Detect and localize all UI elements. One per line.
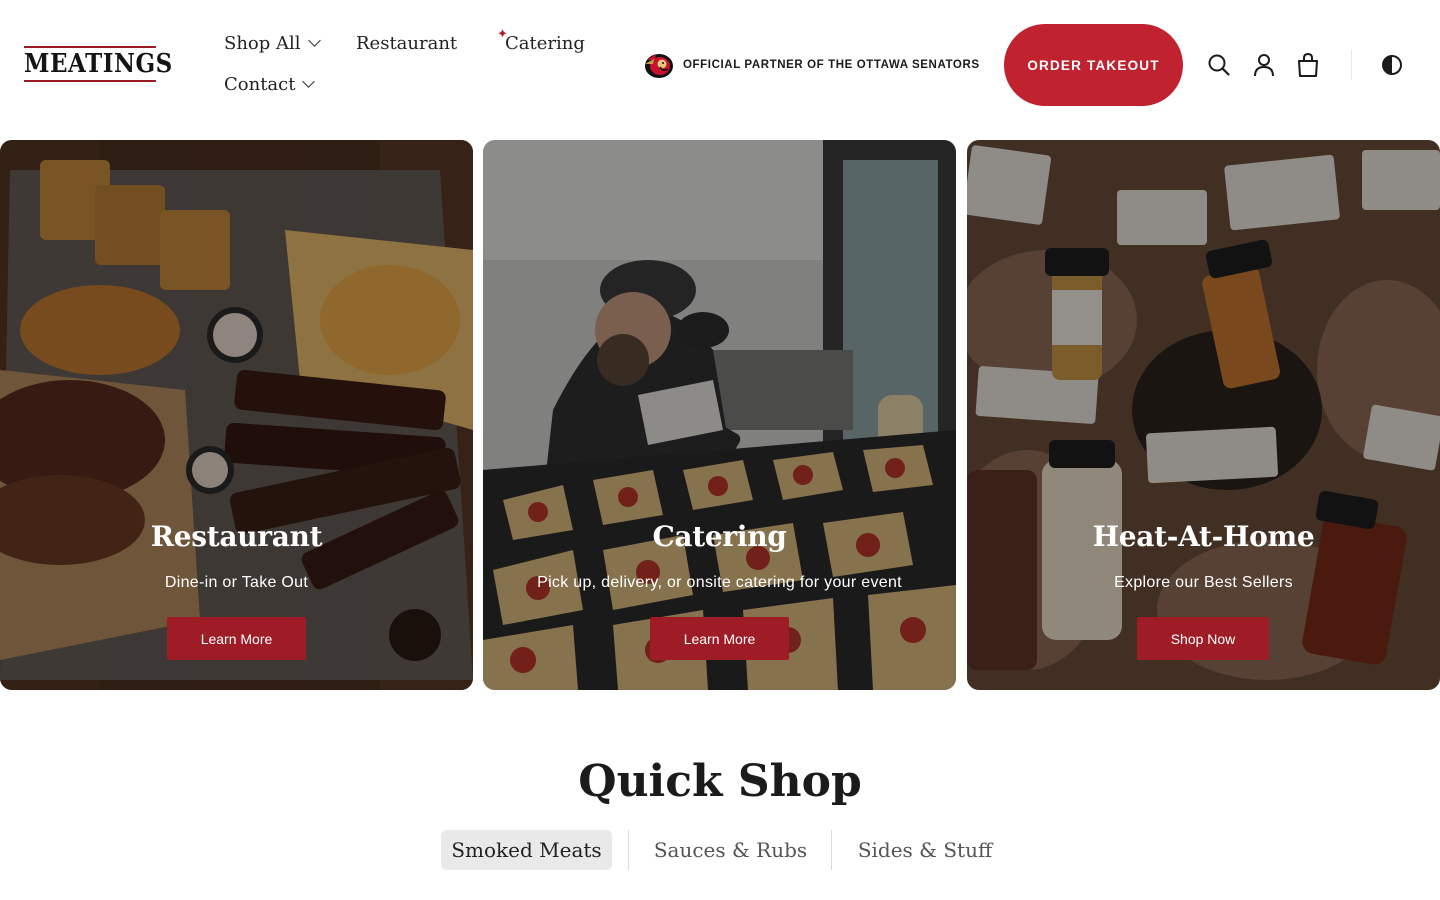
tab-sauces-rubs[interactable]: Sauces & Rubs: [643, 830, 818, 870]
quick-shop-title: Quick Shop: [578, 756, 862, 807]
logo-rule-bottom: [24, 80, 156, 82]
restaurant-card[interactable]: Restaurant Dine-in or Take Out Learn Mor…: [0, 140, 473, 690]
bag-icon[interactable]: [1295, 52, 1321, 78]
restaurant-card-overlay: [0, 140, 473, 690]
shop-now-button[interactable]: Shop Now: [1137, 617, 1269, 660]
catering-card-subtitle: Pick up, delivery, or onsite catering fo…: [537, 574, 902, 591]
nav-contact-label: Contact: [224, 74, 296, 95]
heat-at-home-card[interactable]: Heat-At-Home Explore our Best Sellers Sh…: [967, 140, 1440, 690]
order-takeout-button[interactable]: ORDER TAKEOUT: [1004, 24, 1183, 106]
ottawa-senators-logo-icon: [645, 54, 673, 78]
tab-sides-stuff[interactable]: Sides & Stuff: [847, 830, 1003, 870]
heat-at-home-card-title: Heat-At-Home: [1092, 520, 1315, 553]
nav-shop-all-label: Shop All: [224, 33, 301, 54]
search-icon[interactable]: [1206, 52, 1232, 78]
heat-at-home-card-overlay: [967, 140, 1440, 690]
nav-restaurant[interactable]: Restaurant: [356, 33, 457, 54]
tab-smoked-meats[interactable]: Smoked Meats: [441, 830, 612, 870]
restaurant-card-subtitle: Dine-in or Take Out: [164, 574, 309, 591]
partner-text: OFFICIAL PARTNER OF THE OTTAWA SENATORS: [683, 59, 980, 71]
heat-at-home-card-subtitle: Explore our Best Sellers: [1114, 574, 1293, 591]
nav-catering-label: Catering: [505, 33, 585, 54]
nav-shop-all[interactable]: Shop All: [224, 33, 321, 54]
account-icon[interactable]: [1251, 52, 1277, 78]
nav-catering[interactable]: Catering: [505, 33, 585, 54]
search-icon-glyph: [1208, 54, 1230, 76]
catering-learn-more-button[interactable]: Learn More: [650, 617, 789, 660]
contrast-icon-glyph: [1382, 55, 1402, 75]
restaurant-learn-more-button[interactable]: Learn More: [167, 617, 306, 660]
header-divider: [1351, 50, 1352, 80]
bag-icon-glyph: [1298, 52, 1318, 77]
chevron-down-icon: [302, 75, 316, 88]
catering-card-title: Catering: [652, 520, 787, 553]
tab-divider: [628, 830, 629, 870]
nav-contact[interactable]: Contact: [224, 74, 316, 95]
chevron-down-icon: [307, 34, 321, 47]
senators-partner-badge[interactable]: OFFICIAL PARTNER OF THE OTTAWA SENATORS: [641, 50, 980, 80]
meatings-logo[interactable]: MEATINGS: [24, 46, 173, 82]
contrast-icon[interactable]: [1379, 52, 1405, 78]
logo-text: MEATINGS: [24, 48, 173, 79]
catering-card-overlay: [483, 140, 956, 690]
restaurant-card-title: Restaurant: [150, 520, 323, 553]
site-header: MEATINGS Shop All Restaurant ✦ Catering …: [0, 0, 1440, 130]
account-icon-glyph: [1254, 54, 1274, 77]
nav-restaurant-label: Restaurant: [356, 33, 458, 54]
catering-card[interactable]: Catering Pick up, delivery, or onsite ca…: [483, 140, 956, 690]
tab-divider: [831, 830, 832, 870]
